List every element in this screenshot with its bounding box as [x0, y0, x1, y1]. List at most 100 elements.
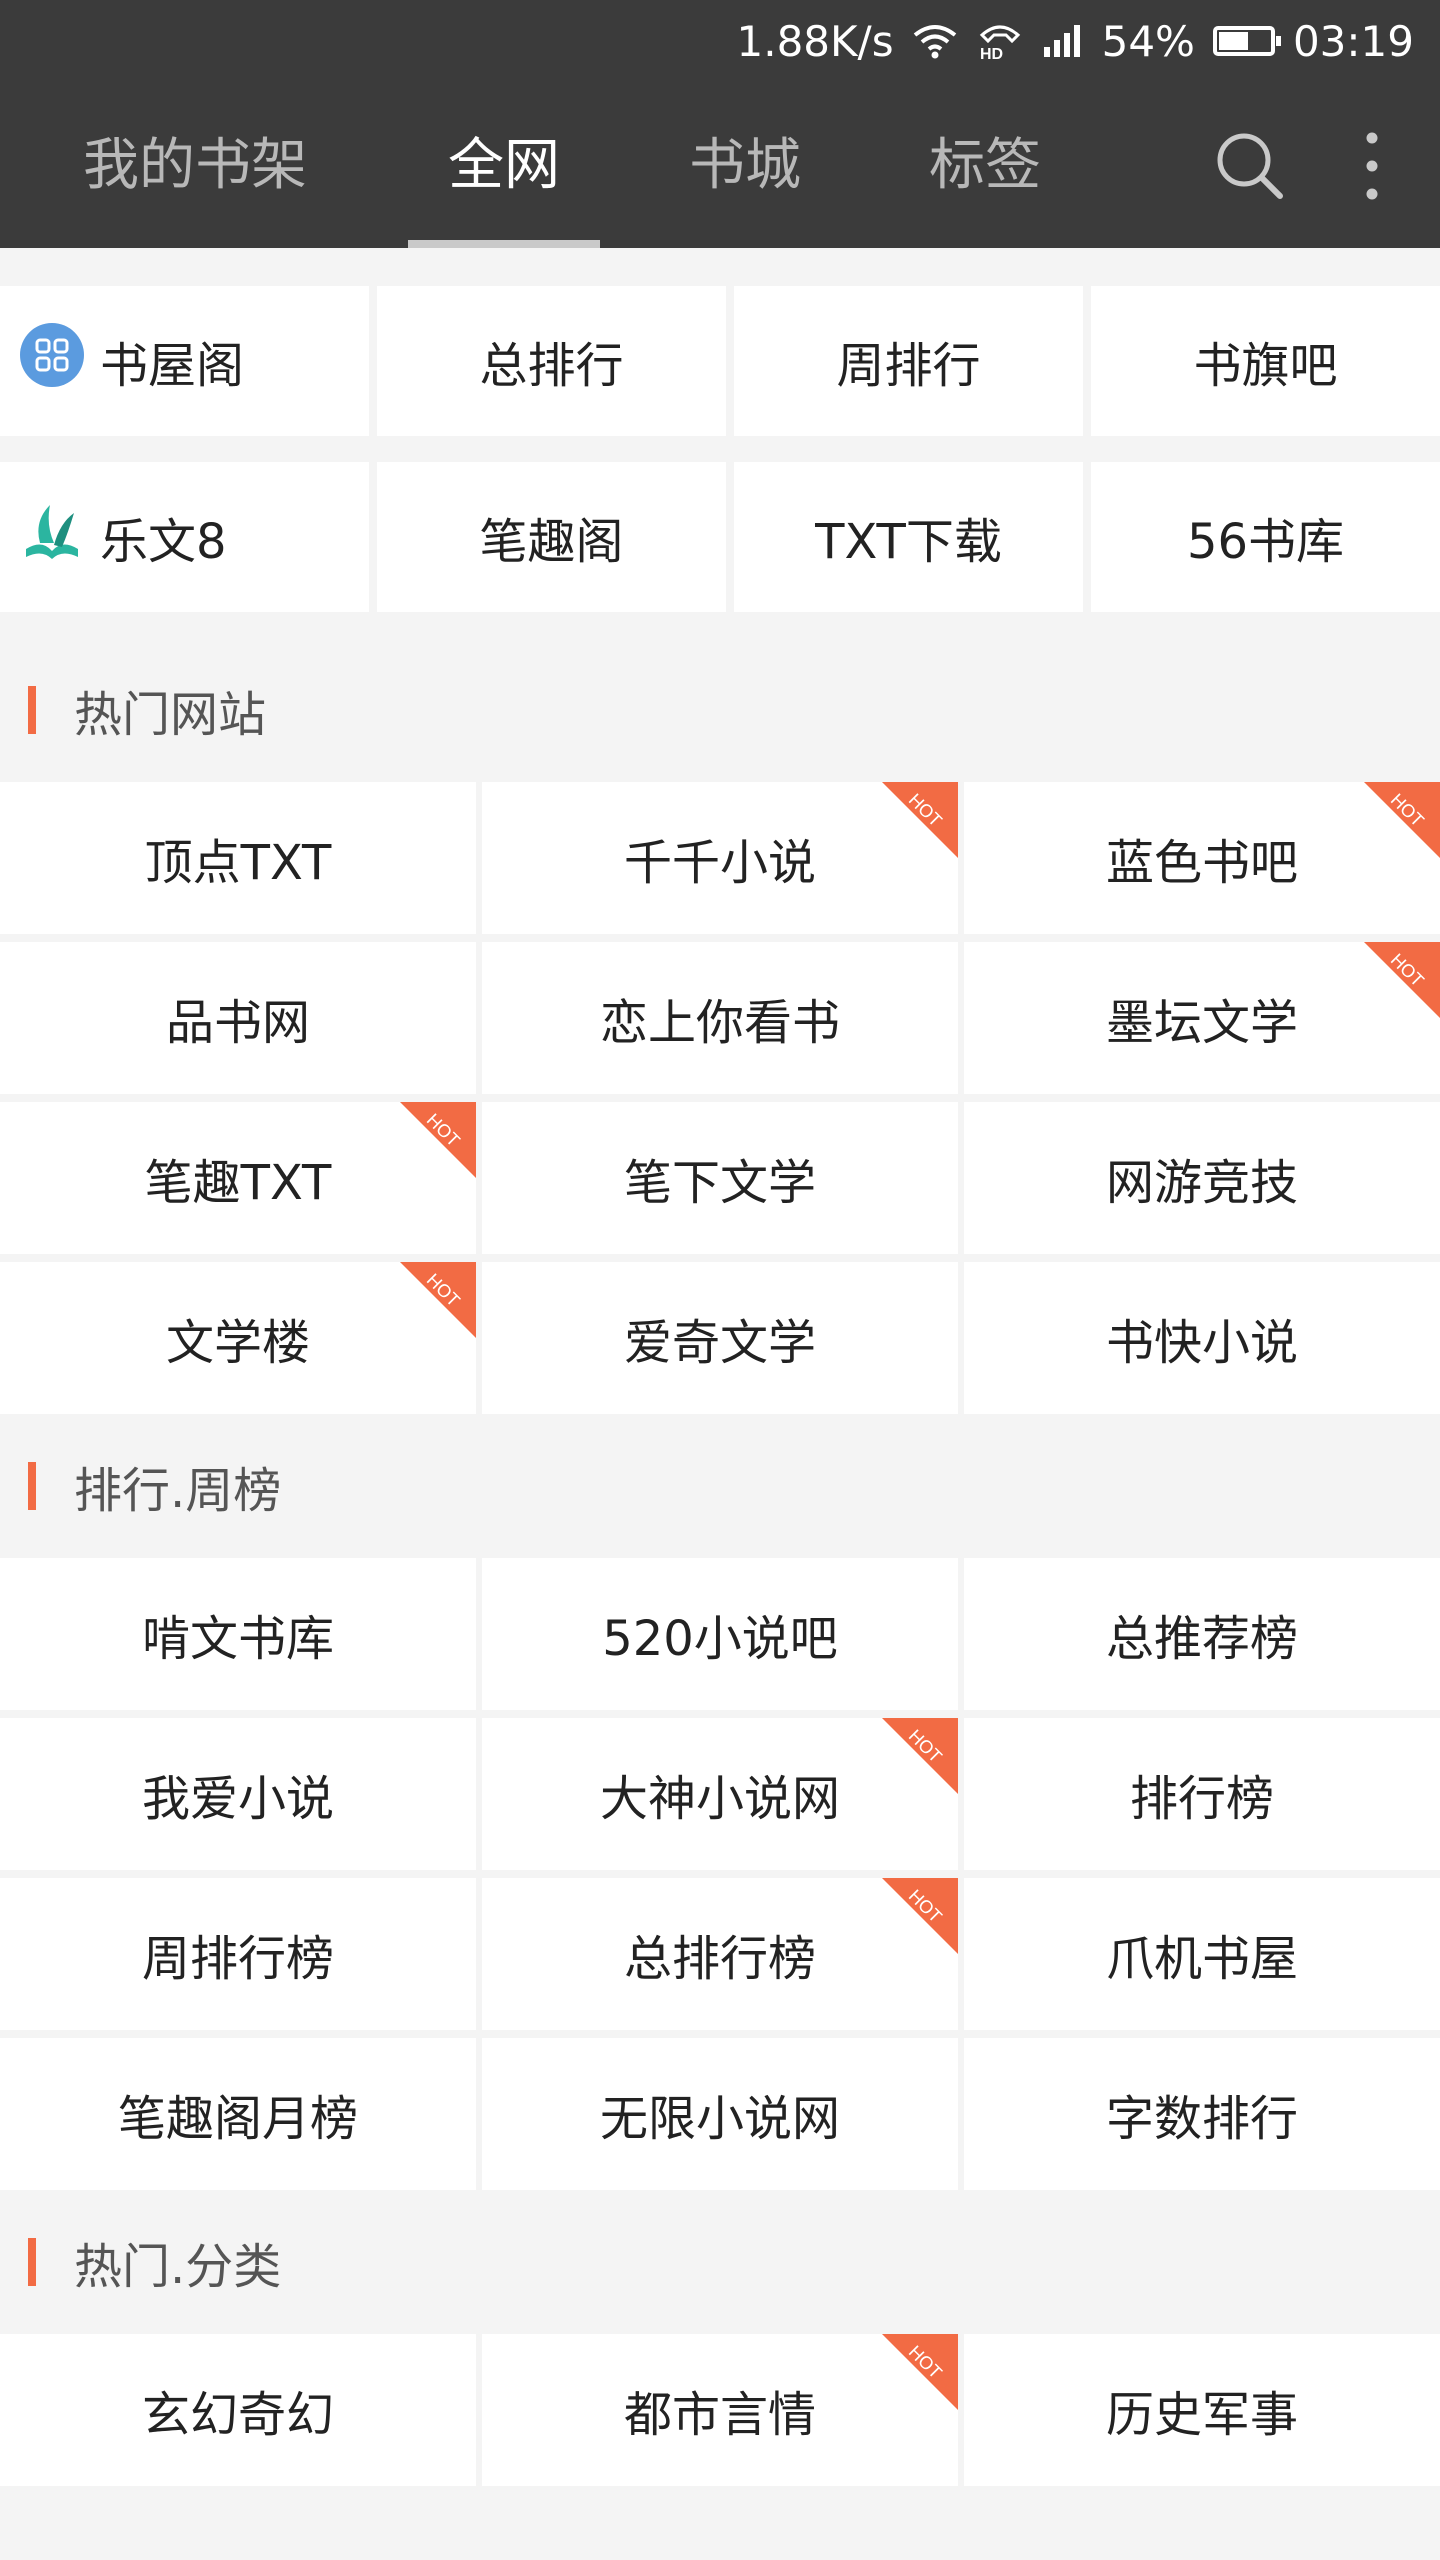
quick-link-label: 书屋阁: [100, 338, 245, 394]
hot-badge: HOT: [882, 1878, 958, 1954]
site-link[interactable]: 品书网: [0, 942, 476, 1094]
site-link[interactable]: 笔下文学: [482, 1102, 958, 1254]
site-link[interactable]: 爪机书屋: [964, 1878, 1440, 2030]
site-link-label: 都市言情: [623, 2387, 816, 2443]
section-accent-bar: [28, 1462, 36, 1510]
hot-badge: HOT: [882, 2334, 958, 2410]
site-link[interactable]: 墨坛文学 HOT: [964, 942, 1440, 1094]
site-link[interactable]: 网游竞技: [964, 1102, 1440, 1254]
section-header: 热门.分类: [0, 2190, 1440, 2334]
hot-badge-text: HOT: [904, 1885, 946, 1927]
book-leaf-icon: [20, 499, 84, 575]
quick-link-txt-download[interactable]: TXT下载: [734, 462, 1083, 612]
quick-link-shuqiba[interactable]: 书旗吧: [1091, 286, 1440, 436]
site-link-label: 笔下文学: [623, 1155, 816, 1211]
site-link-label: 玄幻奇幻: [141, 2387, 334, 2443]
clock: 03:19: [1292, 16, 1414, 66]
hot-badge-text: HOT: [1386, 949, 1428, 991]
battery-icon: [1212, 26, 1281, 56]
site-link[interactable]: 总排行榜 HOT: [482, 1878, 958, 2030]
site-link[interactable]: 我爱小说: [0, 1718, 476, 1870]
hd-call-icon: HD: [976, 21, 1024, 61]
tab-tags[interactable]: 标签: [900, 96, 1070, 248]
site-link[interactable]: 文学楼 HOT: [0, 1262, 476, 1414]
top-bar: 1.88K/s HD 54% 03:19 我的书架 全网 书城 标签: [0, 0, 1440, 248]
quick-link-56-shuku[interactable]: 56书库: [1091, 462, 1440, 612]
site-link-label: 周排行榜: [141, 1931, 334, 1987]
site-link-label: 大神小说网: [599, 1771, 840, 1827]
site-link[interactable]: 爱奇文学: [482, 1262, 958, 1414]
site-link[interactable]: 排行榜: [964, 1718, 1440, 1870]
tab-bar: 我的书架 全网 书城 标签: [0, 96, 1440, 248]
tab-bookshelf[interactable]: 我的书架: [40, 96, 350, 248]
site-link[interactable]: 啃文书库: [0, 1558, 476, 1710]
site-link[interactable]: 笔趣TXT HOT: [0, 1102, 476, 1254]
site-link[interactable]: 无限小说网: [482, 2038, 958, 2190]
tab-bookstore[interactable]: 书城: [660, 96, 830, 248]
site-link-label: 无限小说网: [599, 2091, 840, 2147]
site-link-label: 千千小说: [623, 835, 816, 891]
site-link-label: 笔趣阁月榜: [117, 2091, 358, 2147]
site-link[interactable]: 千千小说 HOT: [482, 782, 958, 934]
site-link[interactable]: 字数排行: [964, 2038, 1440, 2190]
hot-badge: HOT: [1364, 942, 1440, 1018]
more-options-icon[interactable]: [1352, 126, 1392, 210]
site-link-label: 字数排行: [1105, 2091, 1298, 2147]
signal-icon: [1042, 23, 1084, 59]
site-link[interactable]: 玄幻奇幻: [0, 2334, 476, 2486]
site-link[interactable]: 书快小说: [964, 1262, 1440, 1414]
quick-links-row: 乐文8 笔趣阁 TXT下载 56书库: [0, 462, 1440, 612]
tab-all-web[interactable]: 全网: [408, 96, 600, 248]
battery-level-fill: [1218, 32, 1249, 50]
quick-link-biquge[interactable]: 笔趣阁: [377, 462, 726, 612]
site-link[interactable]: 笔趣阁月榜: [0, 2038, 476, 2190]
status-bar: 1.88K/s HD 54% 03:19: [0, 0, 1440, 82]
hot-badge: HOT: [400, 1262, 476, 1338]
section-accent-bar: [28, 2238, 36, 2286]
site-link-label: 恋上你看书: [599, 995, 840, 1051]
battery-percent: 54%: [1101, 16, 1195, 66]
hot-badge-text: HOT: [904, 2341, 946, 2383]
site-link-label: 书快小说: [1105, 1315, 1298, 1371]
section-title: 排行.周榜: [74, 1463, 282, 1519]
site-link-label: 文学楼: [165, 1315, 310, 1371]
site-link[interactable]: 大神小说网 HOT: [482, 1718, 958, 1870]
quick-link-week-rank[interactable]: 周排行: [734, 286, 1083, 436]
search-icon[interactable]: [1210, 126, 1290, 210]
site-link-label: 啃文书库: [141, 1611, 334, 1667]
site-grid: 顶点TXT 千千小说 HOT 蓝色书吧 HOT 品书网 恋上你看书 墨坛文学 HOT 笔趣TXT H…: [0, 782, 1440, 1414]
site-link[interactable]: 历史军事: [964, 2334, 1440, 2486]
site-sections: 热门网站 顶点TXT 千千小说 HOT 蓝色书吧 HOT 品书网 恋上你看书 墨坛文学 HOT 笔趣…: [0, 638, 1440, 2486]
quick-link-total-rank[interactable]: 总排行: [377, 286, 726, 436]
site-link-label: 笔趣TXT: [144, 1155, 332, 1211]
site-link[interactable]: 都市言情 HOT: [482, 2334, 958, 2486]
section-header: 热门网站: [0, 638, 1440, 782]
site-link-label: 520小说吧: [602, 1611, 838, 1667]
site-link-label: 总推荐榜: [1105, 1611, 1298, 1667]
quick-link-lewen8[interactable]: 乐文8: [0, 462, 369, 612]
site-link-label: 顶点TXT: [144, 835, 332, 891]
site-link-label: 蓝色书吧: [1105, 835, 1298, 891]
quick-link-shuwuge[interactable]: 书屋阁: [0, 286, 369, 436]
hot-badge-text: HOT: [422, 1269, 464, 1311]
site-link[interactable]: 顶点TXT: [0, 782, 476, 934]
section-header: 排行.周榜: [0, 1414, 1440, 1558]
site-grid: 玄幻奇幻 都市言情 HOT 历史军事: [0, 2334, 1440, 2486]
svg-text:HD: HD: [980, 46, 1003, 61]
quick-links: 书屋阁 总排行 周排行 书旗吧 乐文8 笔趣阁 TXT下载 56书库: [0, 248, 1440, 612]
hot-badge: HOT: [882, 1718, 958, 1794]
wifi-icon: [912, 23, 958, 59]
site-link[interactable]: 蓝色书吧 HOT: [964, 782, 1440, 934]
section-accent-bar: [28, 686, 36, 734]
active-tab-indicator: [408, 240, 600, 248]
site-link[interactable]: 总推荐榜: [964, 1558, 1440, 1710]
site-link[interactable]: 520小说吧: [482, 1558, 958, 1710]
hot-badge: HOT: [400, 1102, 476, 1178]
site-link-label: 品书网: [165, 995, 310, 1051]
site-link[interactable]: 周排行榜: [0, 1878, 476, 2030]
site-link[interactable]: 恋上你看书: [482, 942, 958, 1094]
section-title: 热门网站: [74, 687, 267, 743]
hot-badge-text: HOT: [1386, 789, 1428, 831]
hot-badge: HOT: [1364, 782, 1440, 858]
quick-links-row: 书屋阁 总排行 周排行 书旗吧: [0, 286, 1440, 436]
